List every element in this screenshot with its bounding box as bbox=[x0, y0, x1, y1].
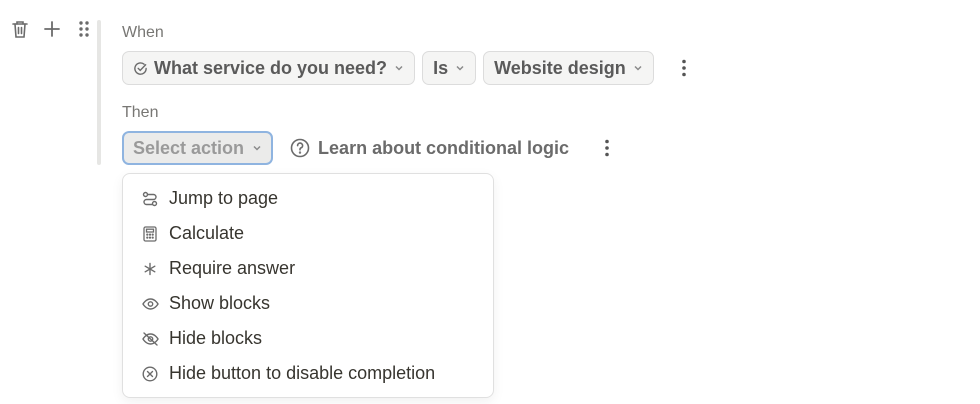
operator-select[interactable]: Is bbox=[422, 51, 477, 85]
menu-item-require-answer[interactable]: Require answer bbox=[123, 251, 493, 286]
help-circle-icon bbox=[290, 138, 310, 158]
select-action-placeholder: Select action bbox=[133, 137, 245, 158]
eye-off-icon bbox=[141, 331, 159, 346]
menu-item-label: Calculate bbox=[169, 223, 245, 243]
field-select-label: What service do you need? bbox=[154, 57, 388, 78]
learn-conditional-logic-link[interactable]: Learn about conditional logic bbox=[290, 138, 569, 159]
menu-item-label: Show blocks bbox=[169, 293, 271, 313]
circle-x-icon bbox=[141, 365, 159, 382]
logic-block-bar bbox=[97, 20, 101, 165]
plus-icon[interactable] bbox=[42, 18, 62, 40]
menu-item-label: Hide blocks bbox=[169, 328, 263, 348]
field-select[interactable]: What service do you need? bbox=[122, 51, 416, 85]
menu-item-calculate[interactable]: Calculate bbox=[123, 216, 493, 251]
action-row: Select action Learn about conditional lo… bbox=[122, 131, 618, 165]
trash-icon[interactable] bbox=[10, 18, 30, 40]
condition-row: What service do you need? Is Website des… bbox=[122, 51, 695, 85]
when-label: When bbox=[122, 24, 164, 41]
menu-item-jump-to-page[interactable]: Jump to page bbox=[123, 181, 493, 216]
check-circle-icon bbox=[133, 61, 148, 76]
chevron-down-icon bbox=[252, 144, 262, 152]
menu-item-label: Require answer bbox=[169, 258, 296, 278]
select-action-dropdown[interactable]: Select action bbox=[122, 131, 274, 165]
menu-item-label: Hide button to disable completion bbox=[169, 363, 436, 383]
chevron-down-icon bbox=[394, 64, 404, 72]
eye-icon bbox=[141, 297, 159, 310]
menu-item-label: Jump to page bbox=[169, 188, 279, 208]
value-select[interactable]: Website design bbox=[483, 51, 654, 85]
then-label: Then bbox=[122, 104, 159, 121]
menu-item-hide-button[interactable]: Hide button to disable completion bbox=[123, 356, 493, 391]
operator-select-label: Is bbox=[433, 57, 449, 78]
asterisk-icon bbox=[141, 262, 159, 276]
value-select-label: Website design bbox=[494, 57, 626, 78]
block-toolbar bbox=[10, 18, 94, 40]
condition-more-icon[interactable] bbox=[673, 53, 695, 83]
learn-link-label: Learn about conditional logic bbox=[318, 137, 570, 158]
menu-item-hide-blocks[interactable]: Hide blocks bbox=[123, 321, 493, 356]
calculator-icon bbox=[141, 225, 159, 242]
menu-item-show-blocks[interactable]: Show blocks bbox=[123, 286, 493, 321]
chevron-down-icon bbox=[455, 64, 465, 72]
jump-icon bbox=[141, 191, 159, 207]
drag-handle-icon[interactable] bbox=[74, 18, 94, 40]
action-menu: Jump to page Calculate Require answer Sh… bbox=[122, 173, 494, 398]
action-more-icon[interactable] bbox=[596, 133, 618, 163]
chevron-down-icon bbox=[633, 64, 643, 72]
